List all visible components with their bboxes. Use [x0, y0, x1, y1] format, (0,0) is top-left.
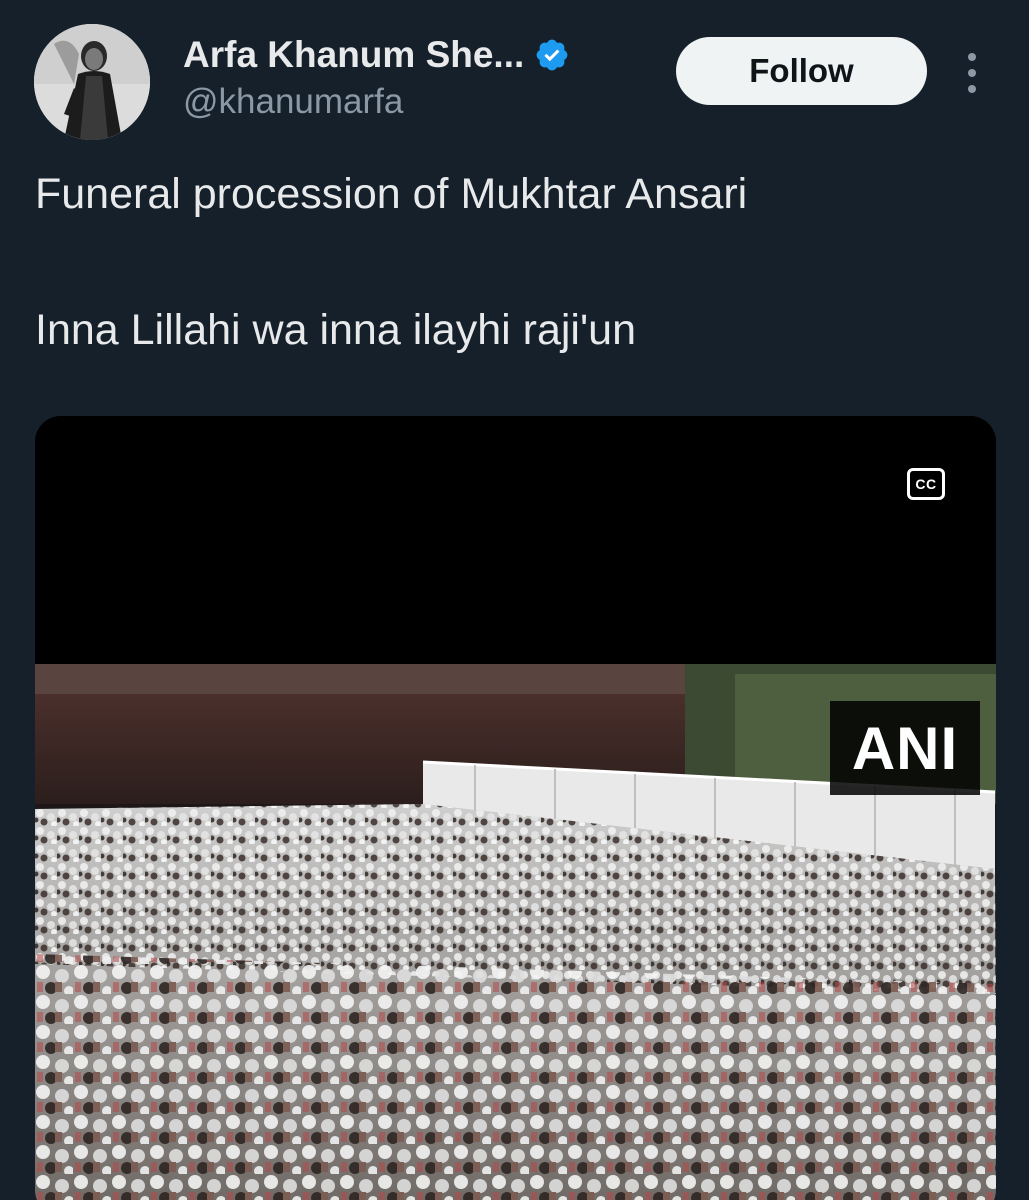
verified-badge-icon[interactable]	[534, 37, 570, 73]
more-dot	[968, 53, 976, 61]
tweet-header: Arfa Khanum She... @khanumarfa Follow	[0, 0, 1029, 150]
avatar-photo	[34, 24, 150, 140]
author-display-name[interactable]: Arfa Khanum She...	[183, 34, 524, 76]
author-avatar[interactable]	[34, 24, 150, 140]
more-dot	[968, 69, 976, 77]
tweet-text-line: Inna Lillahi wa inna ilayhi raji'un	[35, 306, 637, 354]
author-name-row: Arfa Khanum She...	[183, 30, 570, 80]
more-options-icon[interactable]	[955, 48, 989, 98]
video-player[interactable]: CC ANI	[35, 416, 996, 1200]
author-handle[interactable]: @khanumarfa	[183, 82, 403, 122]
more-dot	[968, 85, 976, 93]
closed-captions-icon[interactable]: CC	[907, 468, 945, 500]
tweet-detail-view: Arfa Khanum She... @khanumarfa Follow Fu…	[0, 0, 1029, 1200]
video-letterbox	[35, 416, 996, 664]
ani-watermark: ANI	[830, 701, 980, 795]
follow-button[interactable]: Follow	[676, 37, 927, 105]
tweet-text-line: Funeral procession of Mukhtar Ansari	[35, 170, 748, 218]
